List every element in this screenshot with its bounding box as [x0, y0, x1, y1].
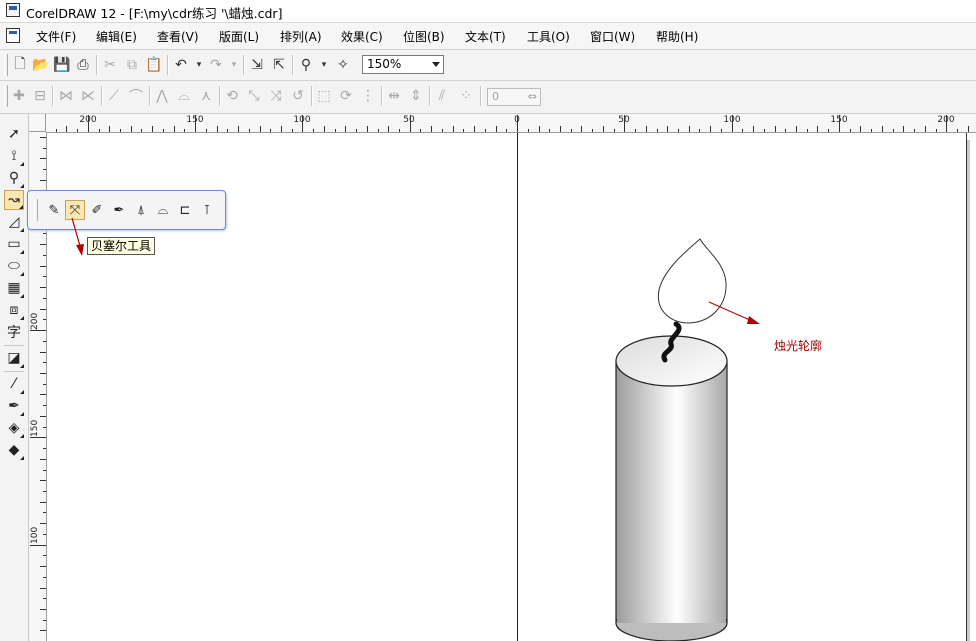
bezier-tool-tooltip: 贝塞尔工具 — [87, 237, 156, 255]
tooltip-arrow — [71, 217, 84, 256]
